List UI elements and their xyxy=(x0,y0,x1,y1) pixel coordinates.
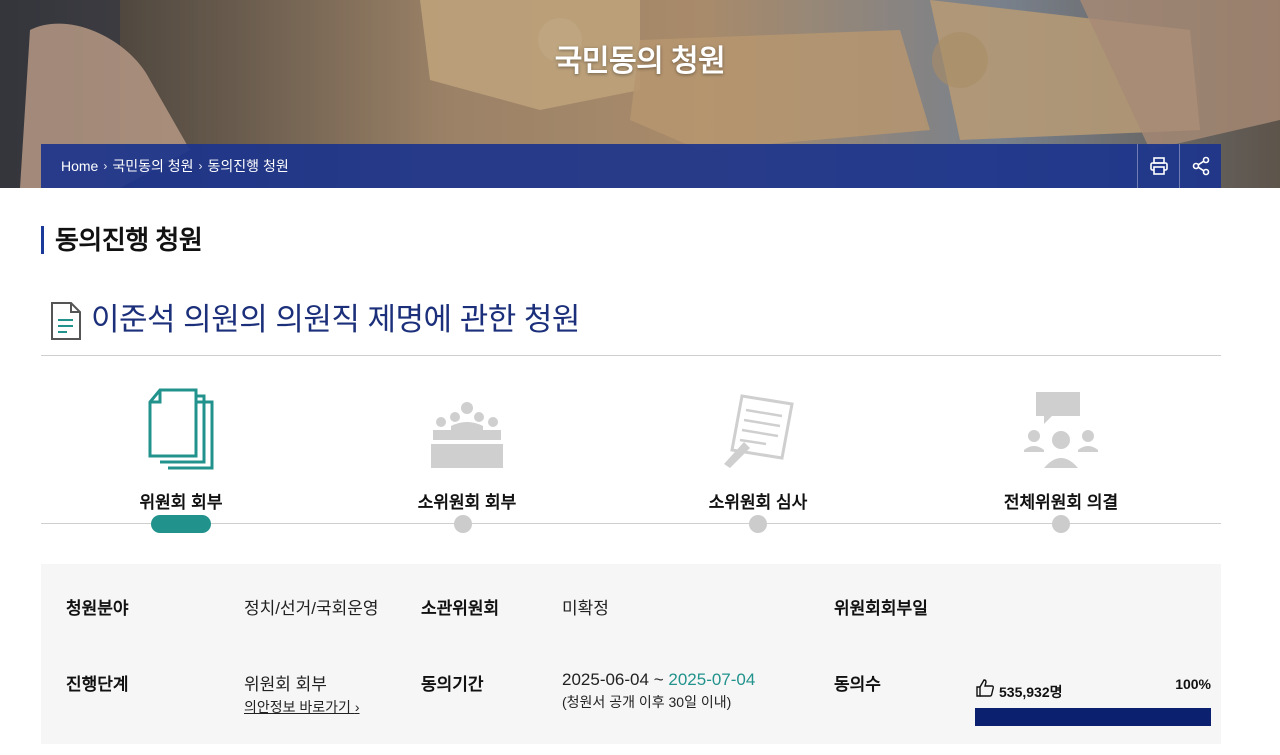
breadcrumb: Home › 국민동의 청원 › 동의진행 청원 xyxy=(41,156,1137,176)
step-label: 소위원회 심사 xyxy=(708,493,808,512)
meeting-icon xyxy=(431,402,503,468)
step-indicator xyxy=(749,515,767,533)
stage-text: 위원회 회부 xyxy=(244,675,327,694)
thumbs-up-icon xyxy=(976,679,994,697)
progress-steps: 위원회 회부 소위원회 회부 소위원회 심사 전체위원회 의결 xyxy=(41,380,1221,540)
period-end: 2025-07-04 xyxy=(668,670,756,689)
period-label: 동의기간 xyxy=(421,675,484,694)
documents-icon xyxy=(148,388,214,470)
chevron-right-icon: › xyxy=(354,699,360,715)
printer-icon xyxy=(1149,157,1168,175)
agree-progress-fill xyxy=(975,708,1211,726)
period-value: 2025-06-04 ~ 2025-07-04 (청원서 공개 이후 30일 이… xyxy=(562,670,755,712)
discussion-icon xyxy=(1024,392,1098,468)
committee-value: 미확정 xyxy=(562,599,609,618)
field-label: 청원분야 xyxy=(66,599,129,618)
petition-info: 청원분야 정치/선거/국회운영 소관위원회 미확정 위원회회부일 진행단계 위원… xyxy=(41,564,1221,744)
period-start: 2025-06-04 xyxy=(562,670,649,689)
document-icon xyxy=(51,302,81,340)
review-document-icon xyxy=(724,394,794,468)
agree-count: 535,932명 xyxy=(999,684,1063,700)
print-button[interactable] xyxy=(1137,144,1179,188)
breadcrumb-current[interactable]: 동의진행 청원 xyxy=(208,156,289,176)
committee-label: 소관위원회 xyxy=(421,599,500,618)
period-note: (청원서 공개 이후 30일 이내) xyxy=(562,694,732,710)
breadcrumb-home[interactable]: Home xyxy=(61,158,98,174)
step-subcommittee-referral: 소위원회 회부 xyxy=(357,380,577,513)
stage-value: 위원회 회부 의안정보 바로가기 › xyxy=(244,670,360,717)
step-label: 위원회 회부 xyxy=(139,493,223,512)
bill-info-link[interactable]: 의안정보 바로가기 › xyxy=(244,697,360,717)
step-indicator-active xyxy=(151,515,211,533)
bill-info-link-label: 의안정보 바로가기 xyxy=(244,699,351,715)
step-committee-referral: 위원회 회부 xyxy=(71,380,291,513)
breadcrumb-separator: › xyxy=(198,159,203,173)
hero-title: 국민동의 청원 xyxy=(554,45,726,78)
period-tilde: ~ xyxy=(653,670,664,689)
agree-percent: 100% xyxy=(1175,676,1211,692)
step-full-committee-resolution: 전체위원회 의결 xyxy=(951,380,1171,513)
breadcrumb-bar: Home › 국민동의 청원 › 동의진행 청원 xyxy=(41,144,1221,188)
breadcrumb-petitions[interactable]: 국민동의 청원 xyxy=(112,156,193,176)
share-button[interactable] xyxy=(1179,144,1221,188)
breadcrumb-separator: › xyxy=(103,159,108,173)
referral-date-label: 위원회회부일 xyxy=(834,599,928,618)
step-label: 전체위원회 의결 xyxy=(1003,493,1119,512)
step-indicator xyxy=(454,515,472,533)
share-icon xyxy=(1192,156,1209,176)
petition-header: 이준석 의원의 의원직 제명에 관한 청원 xyxy=(41,298,1221,356)
step-label: 소위원회 회부 xyxy=(417,493,517,512)
step-indicator xyxy=(1052,515,1070,533)
agree-progress-bar xyxy=(975,708,1211,726)
stage-label: 진행단계 xyxy=(66,675,129,694)
petition-title: 이준석 의원의 의원직 제명에 관한 청원 xyxy=(91,302,580,337)
steps-track xyxy=(41,523,1221,524)
agree-label: 동의수 xyxy=(834,675,881,694)
field-value: 정치/선거/국회운영 xyxy=(244,599,379,618)
step-subcommittee-review: 소위원회 심사 xyxy=(648,380,868,513)
page-title: 동의진행 청원 xyxy=(41,226,203,254)
